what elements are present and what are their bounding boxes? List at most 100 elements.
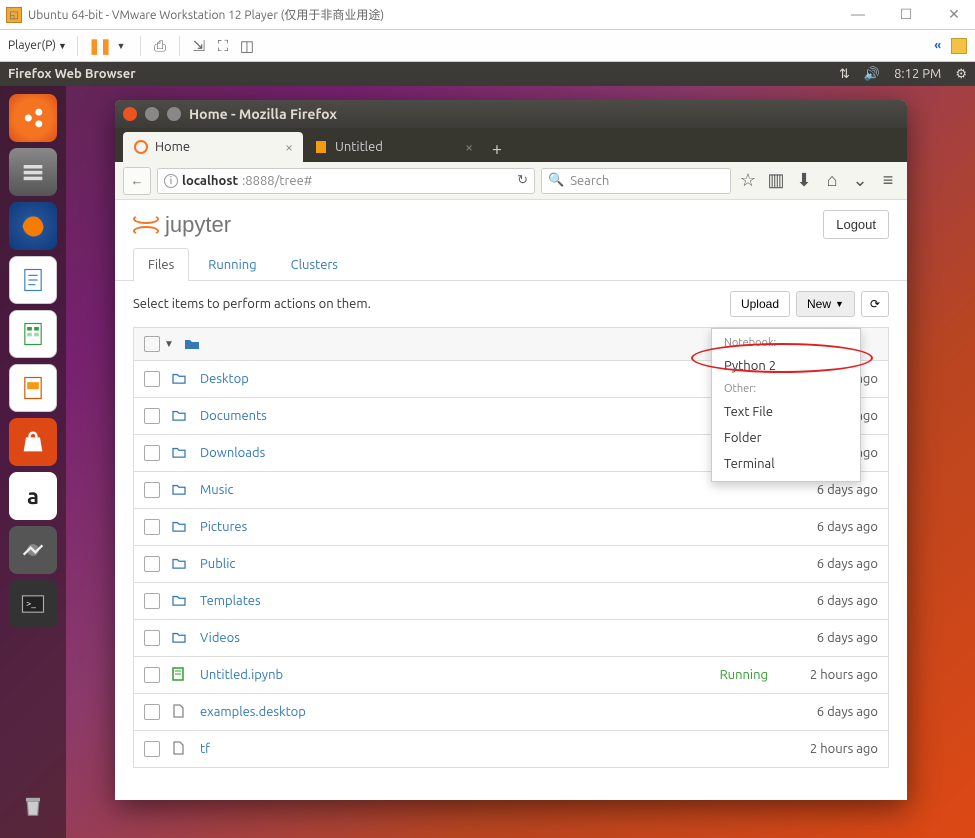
row-checkbox[interactable] [144,704,160,720]
select-all-checkbox[interactable] [144,336,160,352]
close-button[interactable]: ✕ [939,6,969,23]
window-minimize-icon[interactable] [145,107,159,121]
collapse-icon[interactable]: « [934,39,941,52]
toolbar-dropdown-icon[interactable]: ▼ [112,41,130,51]
tab-close-icon[interactable]: × [465,139,473,155]
firefox-icon[interactable] [9,202,57,250]
firefox-titlebar[interactable]: Home - Mozilla Firefox [115,100,907,128]
terminal-icon[interactable]: >_ [9,580,57,628]
unity-icon[interactable]: ◫ [238,37,256,55]
clock[interactable]: 8:12 PM [894,67,941,81]
row-checkbox[interactable] [144,630,160,646]
new-tab-button[interactable]: + [483,136,511,162]
file-name[interactable]: Untitled.ipynb [200,668,708,682]
select-dropdown-icon[interactable]: ▼ [164,338,174,350]
pause-icon[interactable]: ❚❚ [88,37,106,55]
file-row[interactable]: Pictures6 days ago [133,509,889,546]
row-checkbox[interactable] [144,408,160,424]
tab-home[interactable]: Home × [123,132,303,162]
menu-icon[interactable]: ≡ [877,170,899,191]
file-name[interactable]: Pictures [200,520,776,534]
file-row[interactable]: tf2 hours ago [133,731,889,768]
tab-label: Home [155,140,190,154]
search-bar[interactable]: 🔍 Search [541,168,731,194]
row-checkbox[interactable] [144,741,160,757]
file-row[interactable]: Untitled.ipynbRunning2 hours ago [133,657,889,694]
folder-icon [172,557,188,572]
amazon-icon[interactable]: a [9,472,57,520]
file-name[interactable]: Videos [200,631,776,645]
modified-time: 6 days ago [788,594,878,608]
reader-icon[interactable]: ▥ [765,170,787,191]
breadcrumb-home-icon[interactable] [184,336,200,353]
calc-icon[interactable] [9,310,57,358]
file-row[interactable]: Templates 6 days ago [133,583,889,620]
back-button[interactable]: ← [123,167,151,195]
gear-icon[interactable]: ⚙ [955,67,967,82]
volume-icon[interactable]: 🔊 [864,67,880,82]
row-checkbox[interactable] [144,556,160,572]
url-bar[interactable]: i localhost:8888/tree# ↻ [157,168,535,194]
tab-close-icon[interactable]: × [285,139,293,155]
new-button[interactable]: New ▼ [796,291,855,317]
trash-icon[interactable] [9,782,57,830]
row-checkbox[interactable] [144,593,160,609]
row-checkbox[interactable] [144,667,160,683]
row-checkbox[interactable] [144,371,160,387]
file-name[interactable]: Music [200,483,776,497]
dash-icon[interactable] [9,94,57,142]
maximize-button[interactable]: ☐ [891,6,921,23]
files-icon[interactable] [9,148,57,196]
fullscreen-icon[interactable]: ⛶ [214,37,232,55]
pocket-icon[interactable]: ⌄ [849,170,871,191]
file-name[interactable]: tf [200,742,776,756]
minimize-button[interactable]: — [843,6,873,23]
upload-button[interactable]: Upload [730,291,790,317]
refresh-button[interactable]: ⟳ [861,291,889,317]
tab-clusters[interactable]: Clusters [276,248,353,281]
row-checkbox[interactable] [144,482,160,498]
file-name[interactable]: Downloads [200,446,776,460]
player-label: Player(P) [8,39,56,52]
software-center-icon[interactable] [9,418,57,466]
writer-icon[interactable] [9,256,57,304]
dd-item-python2[interactable]: Python 2 [712,353,860,379]
file-row[interactable]: Videos6 days ago [133,620,889,657]
jupyter-logo[interactable]: jupyter [133,212,231,238]
folder-icon [172,594,188,609]
reload-icon[interactable]: ↻ [517,173,528,188]
bookmark-star-icon[interactable]: ☆ [737,170,759,191]
downloads-icon[interactable]: ⬇ [793,170,815,191]
dd-item-folder[interactable]: Folder [712,425,860,451]
row-checkbox[interactable] [144,519,160,535]
window-maximize-icon[interactable] [167,107,181,121]
row-checkbox[interactable] [144,445,160,461]
impress-icon[interactable] [9,364,57,412]
network-icon[interactable]: ⇅ [839,67,850,82]
jupyter-header: jupyter Logout [115,200,907,247]
tab-running[interactable]: Running [193,248,271,281]
file-name[interactable]: Public [200,557,776,571]
site-info-icon[interactable]: i [164,174,178,188]
file-name[interactable]: Templates [200,594,776,608]
tab-files[interactable]: Files [133,248,189,281]
file-name[interactable]: Desktop [200,372,776,386]
file-row[interactable]: examples.desktop6 days ago [133,694,889,731]
url-path: :8888/tree# [242,174,312,188]
window-close-icon[interactable] [123,107,137,121]
logout-button[interactable]: Logout [823,210,889,239]
note-icon[interactable] [951,38,967,54]
dd-item-terminal[interactable]: Terminal [712,451,860,477]
notebook-favicon [313,139,329,155]
file-row[interactable]: Public6 days ago [133,546,889,583]
toolbar-icon-1[interactable]: ⇲ [190,37,208,55]
home-icon[interactable]: ⌂ [821,170,843,191]
file-name[interactable]: examples.desktop [200,705,776,719]
dd-item-textfile[interactable]: Text File [712,399,860,425]
send-ctrlaltdel-icon[interactable]: ⎙ [151,37,169,55]
player-menu-button[interactable]: Player(P) ▼ [8,39,67,52]
dd-section-other: Other: [712,379,860,399]
tab-untitled[interactable]: Untitled × [303,132,483,162]
system-settings-icon[interactable] [9,526,57,574]
file-name[interactable]: Documents [200,409,776,423]
